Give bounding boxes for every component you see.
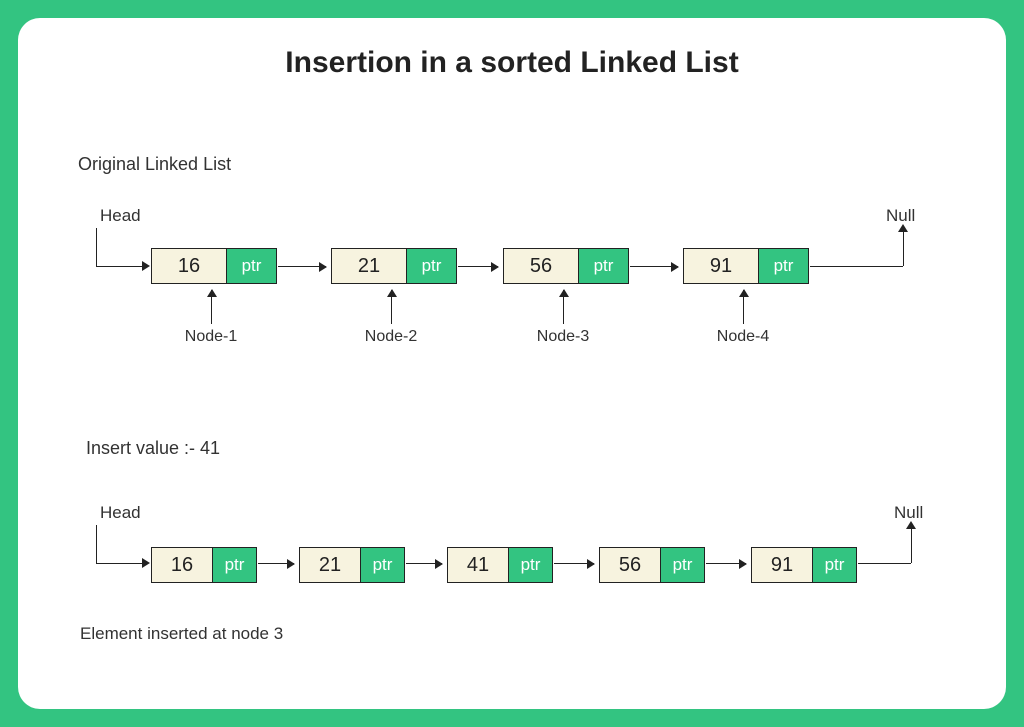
node-value: 21	[332, 249, 406, 283]
node-ptr: ptr	[508, 548, 552, 582]
head-label-2: Head	[100, 503, 141, 523]
node-1: 16 ptr	[151, 248, 277, 284]
rnode-2: 21 ptr	[299, 547, 405, 583]
node-value: 91	[684, 249, 758, 283]
page-title: Insertion in a sorted Linked List	[18, 46, 1006, 80]
null-label-2: Null	[894, 503, 923, 523]
node-ptr: ptr	[226, 249, 276, 283]
node-ptr: ptr	[212, 548, 256, 582]
node-2-label: Node-2	[365, 328, 417, 346]
arrow-tail-1	[810, 266, 851, 267]
arrow-icon	[406, 563, 442, 564]
node-ptr: ptr	[758, 249, 808, 283]
node-ptr: ptr	[360, 548, 404, 582]
arrow-icon	[258, 563, 294, 564]
node-value: 16	[152, 249, 226, 283]
diagram-panel: Insertion in a sorted Linked List Origin…	[18, 18, 1006, 709]
head-label-1: Head	[100, 206, 141, 226]
node-value: 41	[448, 548, 508, 582]
node-ptr: ptr	[660, 548, 704, 582]
node-value: 56	[504, 249, 578, 283]
node-1-label: Node-1	[185, 328, 237, 346]
arrow-icon	[630, 266, 678, 267]
arrow-icon	[554, 563, 594, 564]
null-label-1: Null	[886, 206, 915, 226]
node-4-label: Node-4	[717, 328, 769, 346]
outer-frame: Insertion in a sorted Linked List Origin…	[0, 0, 1024, 727]
node-value: 56	[600, 548, 660, 582]
node-ptr: ptr	[812, 548, 856, 582]
node-3: 56 ptr	[503, 248, 629, 284]
arrow-icon	[458, 266, 498, 267]
node-3-label: Node-3	[537, 328, 589, 346]
insert-prompt: Insert value :- 41	[86, 438, 220, 459]
uparrow-icon	[563, 290, 564, 324]
rnode-3: 41 ptr	[447, 547, 553, 583]
node-value: 21	[300, 548, 360, 582]
arrow-icon	[706, 563, 746, 564]
uparrow-icon	[211, 290, 212, 324]
uparrow-icon	[391, 290, 392, 324]
rnode-4: 56 ptr	[599, 547, 705, 583]
node-4: 91 ptr	[683, 248, 809, 284]
node-value: 16	[152, 548, 212, 582]
arrow-tail-2	[858, 563, 869, 564]
result-note: Element inserted at node 3	[80, 624, 283, 644]
uparrow-icon	[743, 290, 744, 324]
section-original-label: Original Linked List	[78, 154, 231, 175]
rnode-5: 91 ptr	[751, 547, 857, 583]
node-ptr: ptr	[578, 249, 628, 283]
rnode-1: 16 ptr	[151, 547, 257, 583]
node-ptr: ptr	[406, 249, 456, 283]
arrow-icon	[278, 266, 326, 267]
node-value: 91	[752, 548, 812, 582]
node-2: 21 ptr	[331, 248, 457, 284]
